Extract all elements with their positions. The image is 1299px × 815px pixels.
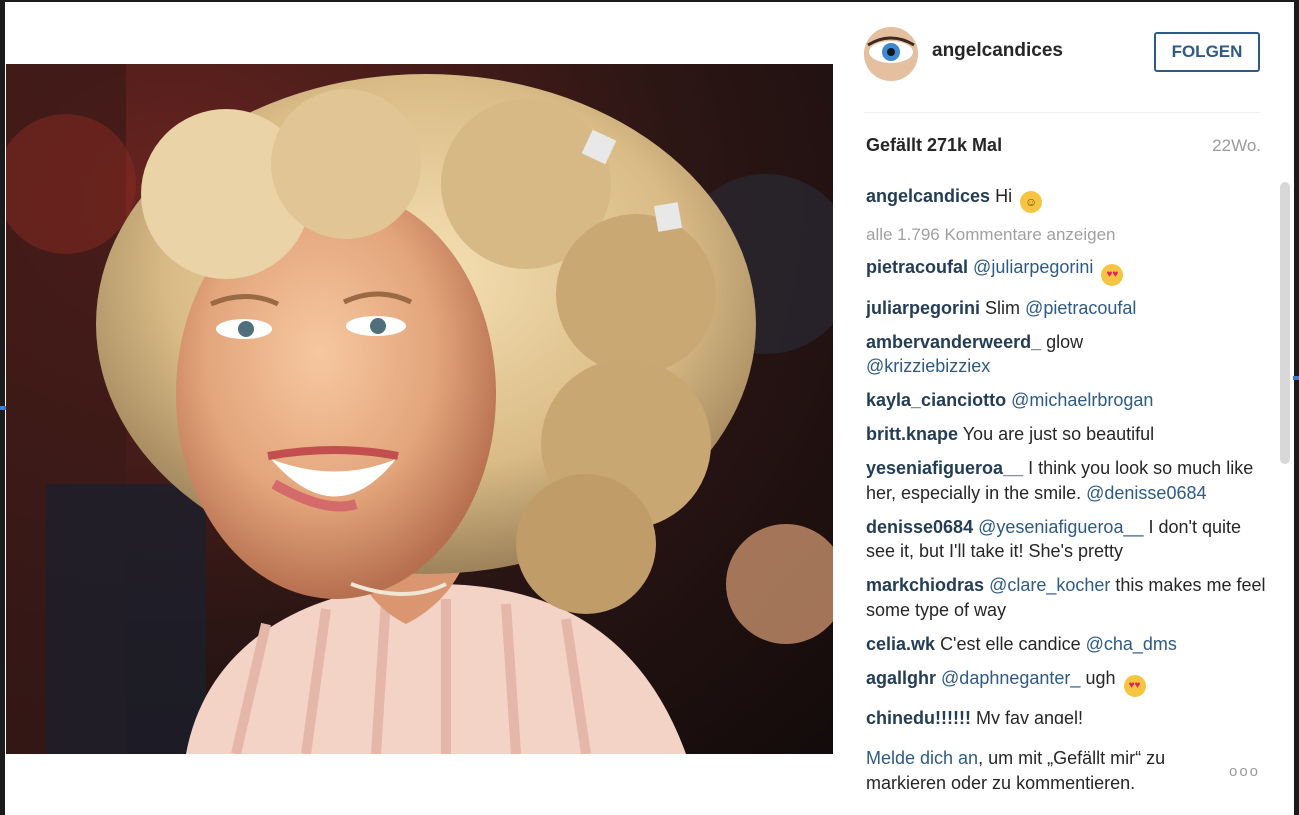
comment-username[interactable]: agallghr — [866, 668, 936, 688]
comment-item: ambervanderweerd_ glow @krizziebizziex — [866, 330, 1266, 379]
comments-scrollbar[interactable] — [1280, 182, 1290, 464]
comment-mention[interactable]: @michaelrbrogan — [1011, 390, 1153, 410]
comment-username[interactable]: britt.knape — [866, 424, 958, 444]
comment-text: C'est elle candice — [940, 633, 1081, 654]
login-link[interactable]: Melde dich an — [866, 748, 978, 768]
comment-item: juliarpegorini Slim @pietracoufal — [866, 296, 1266, 321]
comment-mention[interactable]: @denisse0684 — [1086, 483, 1206, 503]
header-divider — [864, 112, 1260, 113]
photo-illustration — [6, 64, 833, 754]
caption: angelcandices Hi ☺ — [866, 184, 1266, 213]
comment-item: kayla_cianciotto @michaelrbrogan — [866, 388, 1266, 413]
comment-mention[interactable]: @krizziebizziex — [866, 356, 990, 376]
comment-mention[interactable]: @cha_dms — [1086, 634, 1177, 654]
post-username[interactable]: angelcandices — [932, 40, 1063, 62]
comment-text: You are just so beautiful — [962, 424, 1155, 444]
comment-text: glow — [1046, 331, 1084, 352]
comment-item: denisse0684 @yeseniafigueroa__ I don't q… — [866, 515, 1266, 564]
comment-text: ugh — [1085, 667, 1116, 688]
follow-button[interactable]: FOLGEN — [1154, 32, 1260, 72]
caption-text: Hi — [995, 186, 1013, 206]
comment-username[interactable]: chinedu!!!!!! — [866, 708, 971, 724]
comment-item: pietracoufal @juliarpegorini ♥♥ — [866, 255, 1266, 286]
comment-item: britt.knape You are just so beautiful — [866, 422, 1266, 447]
comment-item: celia.wk C'est elle candice @cha_dms — [866, 632, 1266, 657]
avatar[interactable] — [864, 27, 918, 81]
comment-username[interactable]: kayla_cianciotto — [866, 390, 1006, 410]
comment-username[interactable]: denisse0684 — [866, 517, 973, 537]
comment-username[interactable]: juliarpegorini — [866, 298, 980, 318]
tongue-face-emoji-icon: ☺ — [1020, 191, 1043, 213]
likes-count[interactable]: Gefällt 271k Mal — [866, 135, 1002, 156]
login-prompt: Melde dich an, um mit „Gefällt mir“ zu m… — [866, 746, 1226, 796]
post-age[interactable]: 22Wo. — [1212, 136, 1261, 156]
edge-marker — [1293, 376, 1299, 380]
avatar-eye-icon — [864, 27, 918, 81]
comment-username[interactable]: yeseniafigueroa__ — [866, 458, 1023, 478]
comment-username[interactable]: markchiodras — [866, 575, 984, 595]
comment-text: Slim — [985, 297, 1021, 318]
comment-mention[interactable]: @yeseniafigueroa__ — [978, 517, 1143, 537]
comments-list[interactable]: angelcandices Hi ☺ alle 1.796 Kommentare… — [866, 184, 1266, 724]
comment-username[interactable]: pietracoufal — [866, 257, 968, 277]
window-right-border — [1294, 0, 1299, 815]
comment-item: chinedu!!!!!! My fav angel! — [866, 706, 1266, 724]
comment-mention[interactable]: @juliarpegorini — [973, 257, 1093, 277]
comment-item: agallghr @daphneganter_ ugh ♥♥ — [866, 666, 1266, 697]
comment-mention[interactable]: @daphneganter_ — [941, 668, 1080, 688]
heart-eyes-emoji-icon: ♥♥ — [1123, 674, 1146, 697]
comment-item: yeseniafigueroa__ I think you look so mu… — [866, 456, 1266, 505]
comment-item: markchiodras @clare_kocher this makes me… — [866, 573, 1266, 622]
comment-username[interactable]: celia.wk — [866, 634, 935, 654]
comment-text: My fav angel! — [975, 708, 1084, 724]
comment-mention[interactable]: @pietracoufal — [1025, 298, 1136, 318]
comment-mention[interactable]: @clare_kocher — [989, 575, 1110, 595]
post-photo[interactable] — [6, 64, 833, 754]
window-top-border — [0, 0, 1299, 2]
caption-username[interactable]: angelcandices — [866, 186, 990, 206]
heart-eyes-emoji-icon: ♥♥ — [1101, 264, 1124, 286]
view-all-comments-link[interactable]: alle 1.796 Kommentare anzeigen — [866, 223, 1266, 248]
more-options-icon[interactable]: ooo — [1229, 763, 1260, 780]
comment-username[interactable]: ambervanderweerd_ — [866, 332, 1041, 352]
